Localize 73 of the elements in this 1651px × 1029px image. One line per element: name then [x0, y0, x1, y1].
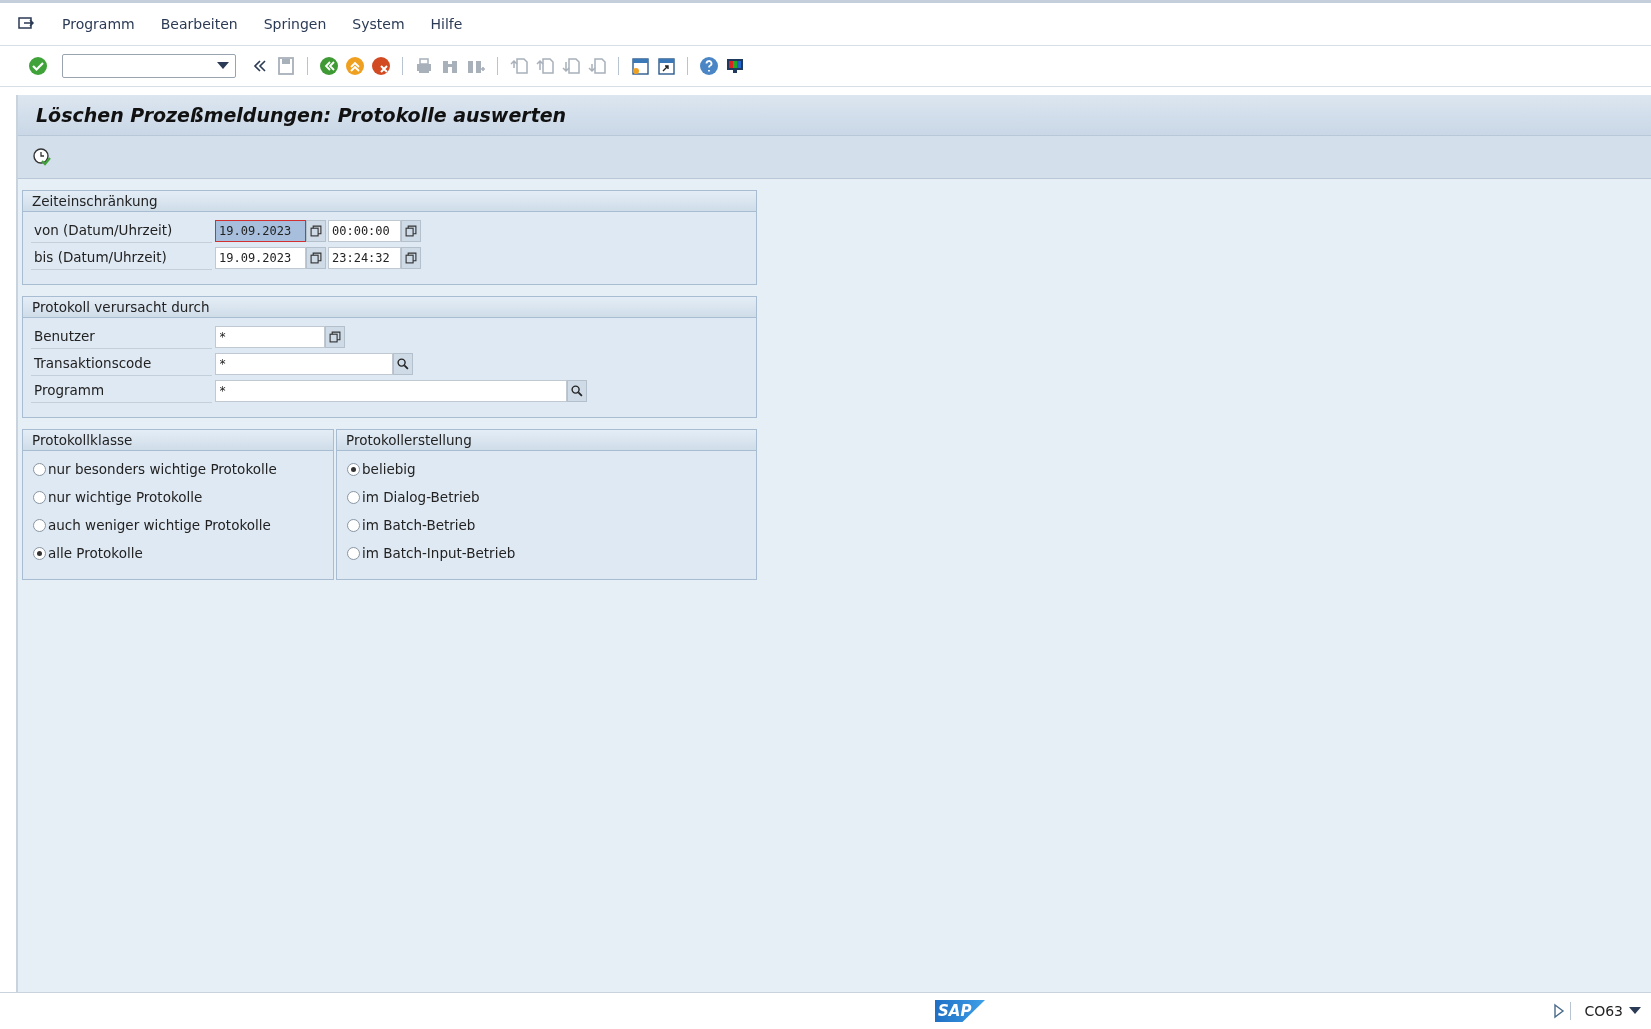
menu-item[interactable]: System [352, 16, 405, 32]
printer-icon[interactable] [414, 56, 434, 76]
input-field[interactable]: * [215, 352, 393, 375]
radio-button[interactable] [33, 462, 46, 476]
radio-button[interactable] [347, 546, 360, 560]
input-field[interactable]: 19.09.2023 [215, 246, 306, 269]
copy-icon [404, 223, 418, 238]
menu-item[interactable]: Programm [62, 16, 135, 32]
search-button[interactable] [567, 379, 587, 402]
copy-icon [328, 329, 342, 344]
exit-icon[interactable] [345, 56, 365, 76]
input-field[interactable]: 23:24:32 [328, 246, 401, 269]
page-title: Löschen Prozeßmeldungen: Protokolle auswerten [36, 104, 567, 126]
shortcut-window-icon[interactable] [656, 56, 676, 76]
logo: SAP [935, 1000, 985, 1022]
search-icon [570, 383, 584, 398]
radio-button[interactable] [347, 490, 360, 504]
caret-icon [217, 62, 229, 70]
play-icon[interactable] [1553, 1003, 1566, 1019]
field-label: bis (Datum/Uhrzeit) [31, 245, 212, 270]
multiple-selection-button[interactable] [401, 219, 421, 242]
cancel-icon[interactable] [371, 56, 391, 76]
last-page-icon[interactable] [587, 56, 607, 76]
previous-page-icon[interactable] [535, 56, 555, 76]
first-page-icon[interactable] [509, 56, 529, 76]
multiple-selection-button[interactable] [306, 219, 326, 242]
search-button[interactable] [393, 352, 413, 375]
back-icon[interactable] [319, 56, 339, 76]
new-window-icon[interactable] [630, 56, 650, 76]
radio-button[interactable] [33, 546, 46, 560]
radio-label: im Batch-Betrieb [362, 517, 476, 533]
copy-icon [309, 250, 323, 265]
radio-button[interactable] [347, 462, 360, 476]
monitor-icon[interactable] [725, 56, 745, 76]
input-field[interactable]: * [215, 379, 567, 402]
radio-button[interactable] [33, 518, 46, 532]
help-icon[interactable] [699, 56, 719, 76]
field-label: Transaktionscode [31, 351, 212, 376]
menu-item[interactable]: Bearbeiten [160, 16, 238, 32]
copy-icon [404, 250, 418, 265]
input-field[interactable]: * [215, 325, 325, 348]
menu-item[interactable]: Springen [263, 16, 327, 32]
menu-item[interactable]: Hilfe [430, 16, 463, 32]
radio-label: alle Protokolle [48, 545, 143, 561]
group-title: Zeiteinschränkung [23, 191, 756, 212]
radio-label: auch weniger wichtige Protokolle [48, 517, 271, 533]
copy-icon [309, 223, 323, 238]
checkmark-icon[interactable] [28, 56, 48, 76]
field-label: Programm [31, 378, 212, 403]
radio-label: nur wichtige Protokolle [48, 489, 203, 505]
group-title: Protokollerstellung [337, 430, 756, 451]
clock-check-icon[interactable] [32, 147, 52, 167]
search-icon [396, 356, 410, 371]
field-label: von (Datum/Uhrzeit) [31, 218, 212, 243]
input-field[interactable]: 19.09.2023 [215, 219, 306, 242]
caret-icon[interactable] [1629, 1007, 1641, 1015]
transaction-code: CO63 [1584, 1003, 1623, 1019]
group-title: Protokollklasse [23, 430, 333, 451]
radio-label: im Batch-Input-Betrieb [362, 545, 516, 561]
radio-label: im Dialog-Betrieb [362, 489, 480, 505]
command-field[interactable] [62, 54, 236, 78]
multiple-selection-button[interactable] [306, 246, 326, 269]
radio-button[interactable] [33, 490, 46, 504]
field-label: Benutzer [31, 324, 212, 349]
next-page-icon[interactable] [561, 56, 581, 76]
multiple-selection-button[interactable] [325, 325, 345, 348]
radio-button[interactable] [347, 518, 360, 532]
save-icon[interactable] [276, 56, 296, 76]
radio-label: nur besonders wichtige Protokolle [48, 461, 277, 477]
input-field[interactable]: 00:00:00 [328, 219, 401, 242]
group-title: Protokoll verursacht durch [23, 297, 756, 318]
multiple-selection-button[interactable] [401, 246, 421, 269]
radio-label: beliebig [362, 461, 416, 477]
